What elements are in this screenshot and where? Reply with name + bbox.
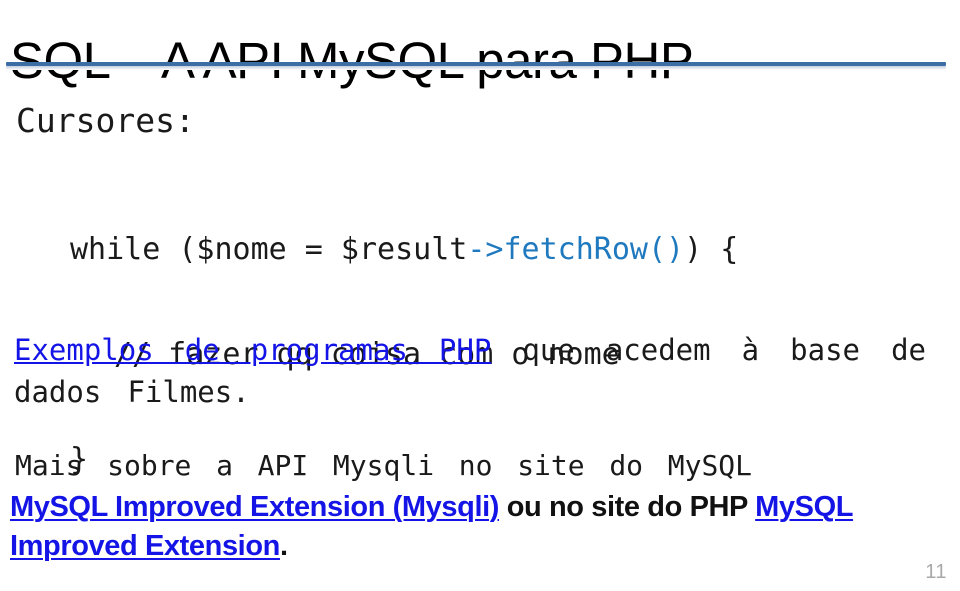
link-exemplos-programas-php[interactable]: Exemplos de programas PHP	[14, 333, 491, 367]
paragraph-links-middle: ou no site do PHP	[499, 491, 756, 523]
link-mysql-improved-extension-mysqli[interactable]: MySQL Improved Extension (Mysqli)	[10, 491, 499, 523]
slide-canvas: SQL – A API MySQL para PHP Cursores: whi…	[0, 0, 960, 591]
title-divider-shadow	[6, 66, 946, 70]
paragraph-mais-sobre: Mais sobre a API Mysqli no site do MySQL	[15, 449, 753, 482]
code-line-1-suffix: ) {	[684, 232, 739, 267]
page-number: 11	[925, 561, 947, 583]
code-line-1-prefix: while ($nome = $result	[70, 232, 468, 267]
code-method-call: ->fetchRow()	[467, 232, 685, 267]
paragraph-exemplos: Exemplos de programas PHP que acedem à b…	[14, 329, 926, 413]
code-line-1: while ($nome = $result->fetchRow()) {	[16, 232, 946, 267]
paragraph-links: MySQL Improved Extension (Mysqli) ou no …	[10, 488, 930, 566]
section-heading-cursores: Cursores:	[16, 101, 195, 140]
paragraph-links-trailing: .	[279, 530, 288, 562]
